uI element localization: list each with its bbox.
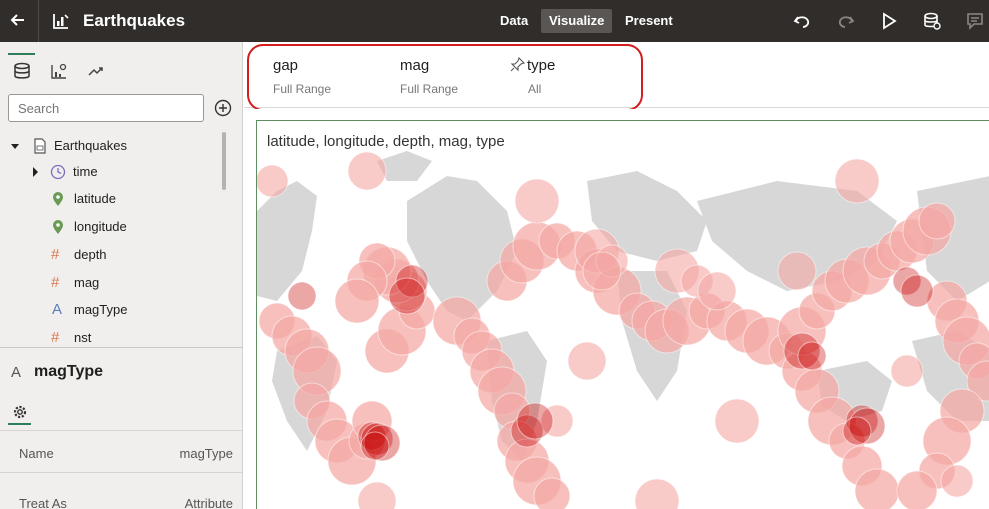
property-treat-as-label: Treat As xyxy=(19,496,67,509)
collapsed-caret-icon[interactable] xyxy=(30,164,40,180)
data-refresh-icon[interactable] xyxy=(922,11,942,31)
data-panel: Earthquakes time latitude longitude # de… xyxy=(0,42,243,509)
add-data-icon[interactable] xyxy=(214,99,232,117)
earthquake-bubble[interactable] xyxy=(842,416,872,446)
earthquake-bubble[interactable] xyxy=(634,478,680,509)
expanded-caret-icon[interactable] xyxy=(10,138,20,154)
dataset-icon xyxy=(34,138,46,154)
text-attribute-icon: A xyxy=(52,301,63,318)
tree-item-label: nst xyxy=(74,330,92,345)
earthquake-bubble[interactable] xyxy=(514,178,560,224)
earthquake-bubble[interactable] xyxy=(347,151,387,191)
hash-icon: # xyxy=(51,274,60,291)
earthquake-bubble[interactable] xyxy=(940,464,974,498)
earthquake-bubble[interactable] xyxy=(357,481,397,509)
comment-icon[interactable] xyxy=(965,11,985,31)
tree-item-longitude[interactable]: longitude xyxy=(50,217,210,237)
tree-item-label: depth xyxy=(74,247,107,262)
hash-icon: # xyxy=(51,246,60,263)
tree-item-mag[interactable]: # mag xyxy=(50,273,210,293)
property-treat-as-value[interactable]: Attribute xyxy=(185,496,233,509)
earthquake-bubble[interactable] xyxy=(388,277,426,315)
text-attribute-icon: A xyxy=(11,364,22,381)
tree-item-label: magType xyxy=(74,302,128,317)
location-pin-icon xyxy=(53,192,63,206)
earthquake-bubble[interactable] xyxy=(896,470,938,509)
properties-title: magType xyxy=(34,363,104,380)
properties-tab-indicator xyxy=(8,423,31,425)
back-arrow-icon[interactable] xyxy=(7,9,29,31)
earthquake-bubble[interactable] xyxy=(714,398,760,444)
tree-item-magtype[interactable]: A magType xyxy=(50,300,210,320)
highlight-annotation xyxy=(247,44,643,111)
tab-present[interactable]: Present xyxy=(617,9,681,33)
data-tab-icon[interactable] xyxy=(12,62,32,80)
active-tab-indicator xyxy=(8,53,35,55)
divider xyxy=(0,430,243,431)
app-title: Earthquakes xyxy=(83,11,186,30)
map-visualization[interactable]: latitude, longitude, depth, mag, type xyxy=(256,120,989,509)
clock-icon xyxy=(50,164,66,180)
visualizations-tab-icon[interactable] xyxy=(49,62,69,80)
earthquake-bubble[interactable] xyxy=(797,341,827,371)
earthquake-bubble[interactable] xyxy=(918,202,956,240)
hash-icon: # xyxy=(51,329,60,346)
earthquake-bubble[interactable] xyxy=(890,354,924,388)
earthquake-bubble[interactable] xyxy=(360,431,390,461)
search-input[interactable] xyxy=(8,94,204,122)
top-bar: Earthquakes Data Visualize Present xyxy=(0,0,989,42)
tree-item-label: mag xyxy=(74,275,100,290)
property-name-value[interactable]: magType xyxy=(180,446,233,461)
tree-root-label: Earthquakes xyxy=(54,138,127,153)
play-icon[interactable] xyxy=(879,11,899,31)
earthquake-bubble[interactable] xyxy=(834,158,880,204)
tree-root-earthquakes[interactable]: Earthquakes xyxy=(10,136,210,156)
earthquake-bubble[interactable] xyxy=(533,477,571,509)
tab-visualize[interactable]: Visualize xyxy=(541,9,613,33)
analytics-tab-icon[interactable] xyxy=(86,62,106,80)
tree-item-label: latitude xyxy=(74,191,116,206)
redo-icon[interactable] xyxy=(836,11,856,31)
earthquake-bubble[interactable] xyxy=(582,251,622,291)
earthquake-bubble[interactable] xyxy=(854,468,900,509)
tree-item-label: time xyxy=(73,164,98,179)
earthquake-bubble[interactable] xyxy=(567,341,607,381)
tree-item-nst[interactable]: # nst xyxy=(50,328,210,348)
divider xyxy=(0,472,243,473)
gear-icon[interactable] xyxy=(12,404,28,420)
location-pin-icon xyxy=(53,220,63,234)
tab-data[interactable]: Data xyxy=(492,9,536,33)
undo-icon[interactable] xyxy=(792,11,812,31)
workbook-chart-icon xyxy=(53,14,69,29)
tree-item-label: longitude xyxy=(74,219,127,234)
earthquake-bubble[interactable] xyxy=(697,271,737,311)
earthquake-bubble[interactable] xyxy=(257,164,289,198)
properties-divider[interactable] xyxy=(0,347,243,348)
tree-item-latitude[interactable]: latitude xyxy=(50,189,210,209)
visualization-title: latitude, longitude, depth, mag, type xyxy=(267,133,505,150)
tree-item-time[interactable]: time xyxy=(30,162,210,182)
property-name-label: Name xyxy=(19,446,54,461)
world-map[interactable] xyxy=(257,121,989,509)
earthquake-bubble[interactable] xyxy=(334,278,380,324)
earthquake-bubble[interactable] xyxy=(777,251,817,291)
header-separator xyxy=(38,0,39,42)
earthquake-bubble[interactable] xyxy=(287,281,317,311)
tree-item-depth[interactable]: # depth xyxy=(50,245,210,265)
earthquake-bubble[interactable] xyxy=(900,274,934,308)
earthquake-bubble[interactable] xyxy=(516,402,554,440)
tree-scrollbar[interactable] xyxy=(222,132,226,190)
